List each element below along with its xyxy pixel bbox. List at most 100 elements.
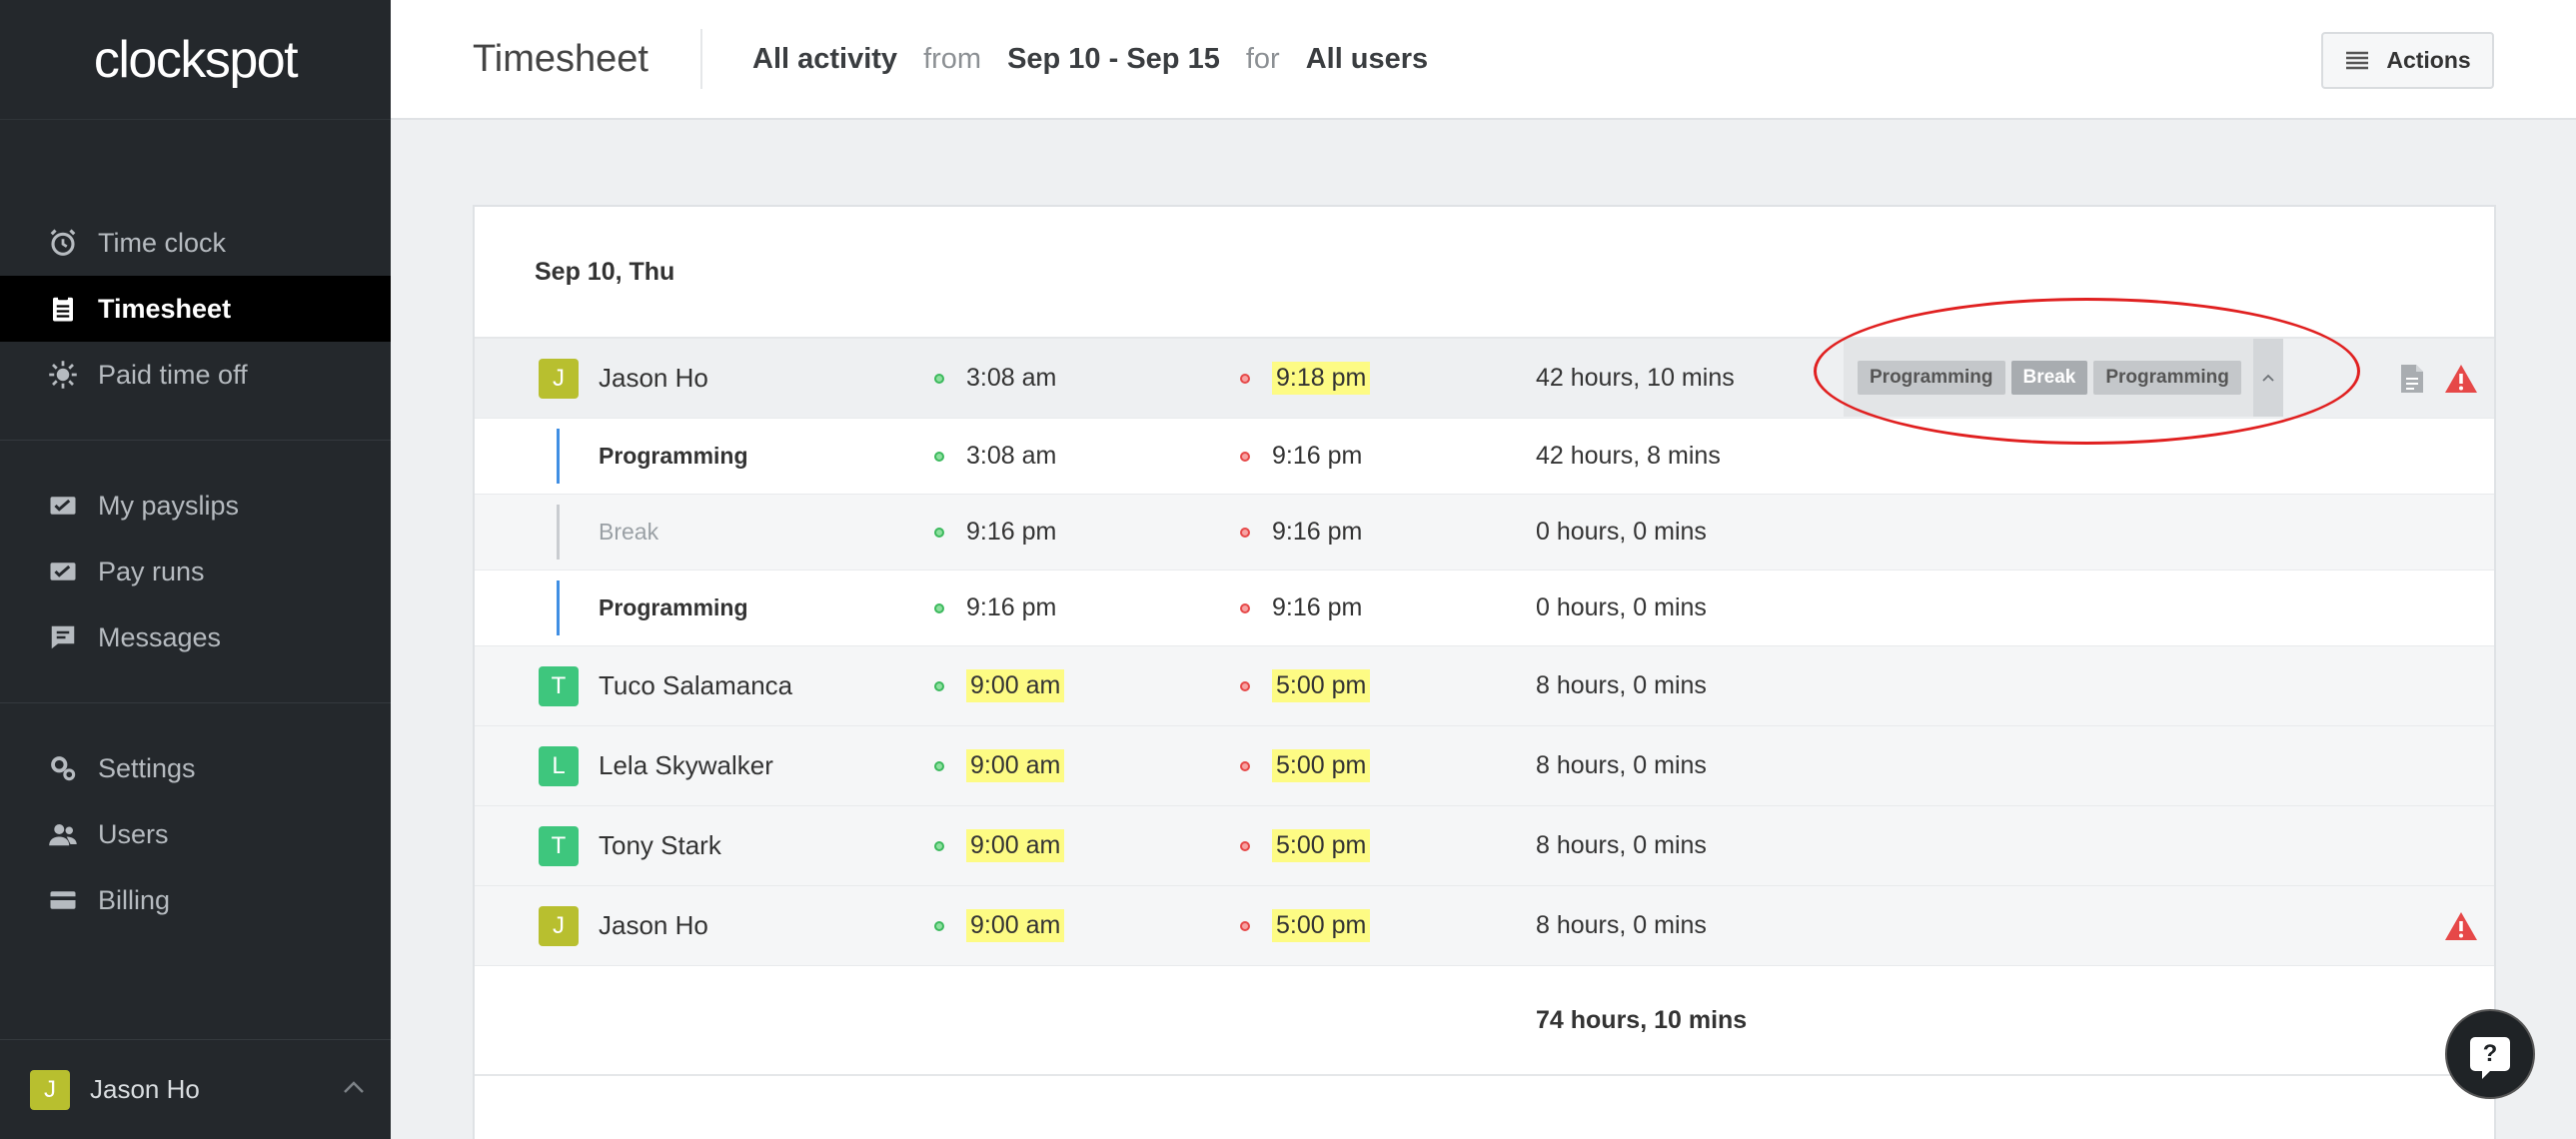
timesheet-card: Sep 10, Thu J Jason Ho 3:08 am 9:18 pm 4… xyxy=(473,205,2496,1139)
gear-icon xyxy=(48,753,78,783)
clock-in-time[interactable]: 9:00 am xyxy=(966,909,1065,942)
sidebar-item-my-payslips[interactable]: My payslips xyxy=(0,473,391,539)
page-header: Timesheet All activity from Sep 10 - Sep… xyxy=(391,0,2576,120)
hamburger-icon xyxy=(2346,51,2369,69)
clock-out-dot-icon xyxy=(1240,373,1250,384)
duration: 42 hours, 10 mins xyxy=(1536,364,1735,392)
sidebar-item-label: Settings xyxy=(98,752,196,783)
sidebar-item-time-clock[interactable]: Time clock xyxy=(0,210,391,276)
sidebar-item-label: Time clock xyxy=(98,227,227,258)
duration: 8 hours, 0 mins xyxy=(1536,751,1707,779)
segment-bar xyxy=(557,429,560,484)
warning-icon[interactable] xyxy=(2444,363,2478,395)
segment-row[interactable]: Programming 3:08 am 9:16 pm 42 hours, 8 … xyxy=(475,419,2494,495)
sidebar-item-label: Messages xyxy=(98,621,222,652)
clock-out-dot-icon xyxy=(1240,920,1250,931)
table-row[interactable]: T Tuco Salamanca 9:00 am 5:00 pm 8 hours,… xyxy=(475,646,2494,726)
segment-duration: 0 hours, 0 mins xyxy=(1536,518,1707,546)
clock-out-time[interactable]: 5:00 pm xyxy=(1272,909,1371,942)
clock-out-time[interactable]: 9:18 pm xyxy=(1272,362,1371,395)
clock-in-time[interactable]: 3:08 am xyxy=(966,364,1056,393)
sidebar-item-billing[interactable]: Billing xyxy=(0,867,391,933)
sidebar-item-label: Timesheet xyxy=(98,293,232,324)
activity-tag: Programming xyxy=(2093,361,2241,395)
clock-in-time[interactable]: 9:00 am xyxy=(966,749,1065,782)
table-row[interactable]: L Lela Skywalker 9:00 am 5:00 pm 8 hours,… xyxy=(475,726,2494,806)
chevron-up-icon xyxy=(343,1080,365,1099)
clock-in-time[interactable]: 9:00 am xyxy=(966,669,1065,702)
sidebar-item-pay-runs[interactable]: Pay runs xyxy=(0,539,391,604)
user-name[interactable]: Jason Ho xyxy=(599,363,708,394)
activity-tag: Programming xyxy=(1858,361,2005,395)
segment-row[interactable]: Break 9:16 pm 9:16 pm 0 hours, 0 mins xyxy=(475,495,2494,570)
segment-name: Programming xyxy=(599,443,748,469)
sidebar-item-label: Paid time off xyxy=(98,359,248,390)
current-user-menu[interactable]: J Jason Ho xyxy=(0,1039,391,1139)
users-icon xyxy=(48,819,78,849)
nav-group-main: Time clock Timesheet Paid time off xyxy=(0,210,391,441)
sidebar-item-timesheet[interactable]: Timesheet xyxy=(0,276,391,342)
sidebar-item-settings[interactable]: Settings xyxy=(0,735,391,801)
sidebar-item-label: Pay runs xyxy=(98,556,205,586)
activity-tags[interactable]: Programming Break Programming xyxy=(1844,339,2283,417)
collapse-button[interactable] xyxy=(2253,339,2283,417)
duration: 8 hours, 0 mins xyxy=(1536,831,1707,859)
sidebar-item-messages[interactable]: Messages xyxy=(0,604,391,670)
clock-out-time[interactable]: 5:00 pm xyxy=(1272,669,1371,702)
current-user-name: Jason Ho xyxy=(90,1074,200,1104)
clock-out-dot-icon xyxy=(1240,451,1250,462)
users-filter[interactable]: All users xyxy=(1306,43,1429,76)
segment-out-time[interactable]: 9:16 pm xyxy=(1272,442,1362,471)
clock-in-dot-icon xyxy=(934,451,944,462)
chevron-up-icon xyxy=(2262,374,2274,382)
for-label: for xyxy=(1245,42,1280,75)
user-name[interactable]: Jason Ho xyxy=(599,910,708,941)
warning-icon[interactable] xyxy=(2444,910,2478,942)
help-button[interactable]: ? xyxy=(2445,1009,2535,1099)
clock-in-time[interactable]: 9:00 am xyxy=(966,829,1065,862)
avatar: J xyxy=(539,358,579,399)
table-row[interactable]: T Tony Stark 9:00 am 5:00 pm 8 hours, 0 m… xyxy=(475,806,2494,886)
from-label: from xyxy=(923,42,982,75)
avatar: T xyxy=(539,665,579,706)
sidebar-item-paid-time-off[interactable]: Paid time off xyxy=(0,342,391,408)
segment-bar xyxy=(557,505,560,560)
payslip-icon xyxy=(48,491,78,521)
avatar: T xyxy=(539,825,579,866)
sidebar-item-label: Users xyxy=(98,818,169,849)
segment-out-time[interactable]: 9:16 pm xyxy=(1272,593,1362,622)
segment-bar xyxy=(557,580,560,635)
clock-out-dot-icon xyxy=(1240,602,1250,613)
table-row[interactable]: J Jason Ho 3:08 am 9:18 pm 42 hours, 10 … xyxy=(475,339,2494,419)
filter-summary: All activity from Sep 10 - Sep 15 for Al… xyxy=(752,43,1428,76)
user-name[interactable]: Tuco Salamanca xyxy=(599,670,792,701)
user-name[interactable]: Tony Stark xyxy=(599,830,721,861)
page-title: Timesheet xyxy=(391,29,702,89)
activity-filter[interactable]: All activity xyxy=(752,43,897,76)
day-header: Sep 10, Thu xyxy=(475,207,2494,339)
clock-in-dot-icon xyxy=(934,373,944,384)
date-range-filter[interactable]: Sep 10 - Sep 15 xyxy=(1007,43,1220,76)
segment-in-time[interactable]: 9:16 pm xyxy=(966,518,1056,547)
segment-name: Programming xyxy=(599,594,748,620)
user-name[interactable]: Lela Skywalker xyxy=(599,750,773,781)
actions-label: Actions xyxy=(2386,47,2471,73)
clock-out-time[interactable]: 5:00 pm xyxy=(1272,749,1371,782)
logo[interactable]: clockspot xyxy=(0,0,391,120)
clock-in-dot-icon xyxy=(934,602,944,613)
table-row[interactable]: J Jason Ho 9:00 am 5:00 pm 8 hours, 0 min… xyxy=(475,886,2494,966)
segment-row[interactable]: Programming 9:16 pm 9:16 pm 0 hours, 0 m… xyxy=(475,570,2494,646)
credit-card-icon xyxy=(48,885,78,915)
sidebar-item-users[interactable]: Users xyxy=(0,801,391,867)
clock-out-time[interactable]: 5:00 pm xyxy=(1272,829,1371,862)
total-duration: 74 hours, 10 mins xyxy=(1536,1005,1748,1034)
clock-out-dot-icon xyxy=(1240,527,1250,538)
actions-button[interactable]: Actions xyxy=(2321,32,2494,89)
note-icon[interactable] xyxy=(2398,363,2426,395)
segment-out-time[interactable]: 9:16 pm xyxy=(1272,518,1362,547)
segment-in-time[interactable]: 3:08 am xyxy=(966,442,1056,471)
clock-out-dot-icon xyxy=(1240,680,1250,691)
clock-in-dot-icon xyxy=(934,527,944,538)
activity-tag-break: Break xyxy=(2010,361,2088,395)
segment-in-time[interactable]: 9:16 pm xyxy=(966,593,1056,622)
